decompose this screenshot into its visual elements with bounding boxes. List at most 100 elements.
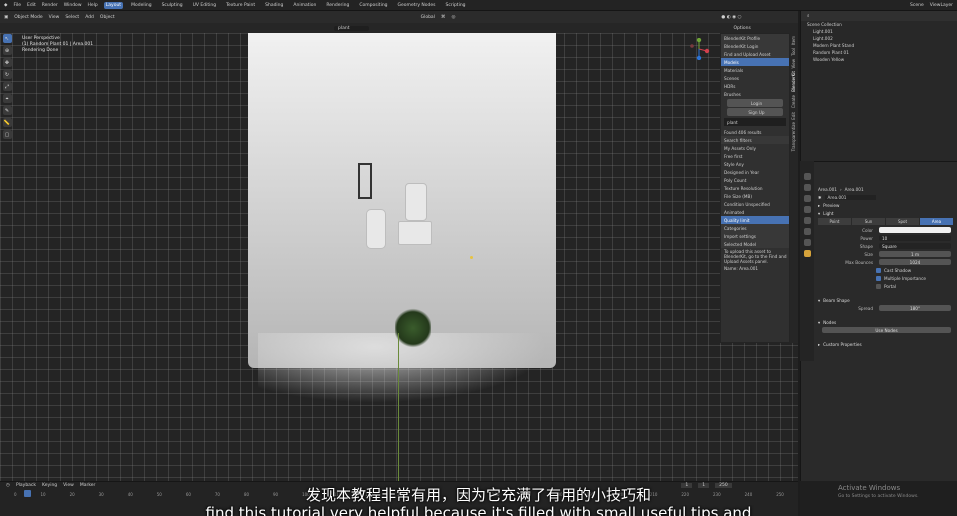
signup-button[interactable]: Sign Up [727,108,783,116]
outliner-item[interactable]: Light.002 [801,35,957,42]
categories-header[interactable]: Categories [721,224,789,232]
tab-transparentize[interactable]: Transparentize [791,122,796,151]
max-bounces-field[interactable]: 1024 [879,259,951,265]
search-input[interactable]: plant [724,118,786,126]
white-jar[interactable] [405,183,427,221]
constraint-props-icon[interactable] [803,239,811,246]
picture-frame[interactable] [398,221,432,245]
selected-name-field[interactable]: Name: Area.001 [721,264,789,272]
free-first-checkbox[interactable]: Free first [721,152,789,160]
panel-find-upload-header[interactable]: Find and Upload Asset [721,50,789,58]
rotate-tool-icon[interactable]: ↻ [2,70,12,79]
tab-modeling[interactable]: Modeling [129,2,153,9]
tab-blenderkit[interactable]: BlenderKit [791,71,796,92]
measure-tool-icon[interactable]: 📏 [2,118,12,127]
multiple-importance-checkbox[interactable]: Multiple Importance [814,274,957,282]
blender-logo-icon[interactable]: ◆ [4,3,7,8]
object-props-icon[interactable] [803,228,811,235]
outliner-item[interactable]: Wooden Yellow [801,56,957,63]
scale-tool-icon[interactable]: ⤢ [2,82,12,91]
panel-login-header[interactable]: BlenderKit Login [721,42,789,50]
import-settings-header[interactable]: Import settings [721,232,789,240]
search-filters-header[interactable]: Search filters [721,136,789,144]
menu-render[interactable]: Render [42,3,58,8]
world-props-icon[interactable] [803,217,811,224]
tab-shading[interactable]: Shading [263,2,285,9]
proportional-edit-icon[interactable]: ◎ [451,15,455,20]
tab-texture-paint[interactable]: Texture Paint [224,2,257,9]
scene-collection[interactable]: Scene Collection [801,21,957,28]
light-data-props-icon[interactable] [803,250,811,257]
tab-layout[interactable]: Layout [103,1,124,9]
power-field[interactable]: 10 [879,235,951,241]
datablock-name[interactable]: Area.001 [824,194,877,200]
designed-in-year-checkbox[interactable]: Designed in Year [721,168,789,176]
poly-count-checkbox[interactable]: Poly Count [721,176,789,184]
cursor-tool-icon[interactable]: ⊕ [2,46,12,55]
outliner-item[interactable]: Random Plant 01 [801,49,957,56]
tool-props-icon[interactable] [803,173,811,180]
move-tool-icon[interactable]: ✥ [2,58,12,67]
tab-scripting[interactable]: Scripting [444,2,468,9]
tab-create[interactable]: Create [791,95,796,108]
viewport-menu-select[interactable]: Select [65,15,79,20]
scene-props-icon[interactable] [803,206,811,213]
transform-tool-icon[interactable]: ⌖ [2,94,12,103]
viewport-menu-add[interactable]: Add [85,15,94,20]
editor-type-icon[interactable]: ▣ [4,15,8,20]
select-box-tool-icon[interactable]: ↖ [2,34,12,43]
asset-type-hdrs[interactable]: HDRs [721,82,789,90]
light-panel-header[interactable]: ▾ Light [814,209,957,217]
transform-orientation-dropdown[interactable]: Global [421,15,435,20]
white-vase[interactable] [366,209,386,249]
light-type-area[interactable]: Area [920,218,953,225]
light-type-point[interactable]: Point [818,218,851,225]
annotate-tool-icon[interactable]: ✎ [2,106,12,115]
style-dropdown[interactable]: Style Any [721,160,789,168]
viewport-shading-icon[interactable]: ● ◐ ◉ ○ [721,15,741,20]
animated-checkbox[interactable]: Animated [721,208,789,216]
menu-window[interactable]: Window [64,3,82,8]
tab-item[interactable]: Item [791,36,796,45]
condition-dropdown[interactable]: Condition Unspecified [721,200,789,208]
custom-props-header[interactable]: ▸ Custom Properties [814,340,957,348]
asset-search-input[interactable]: plant [334,25,370,31]
asset-type-materials[interactable]: Materials [721,66,789,74]
navigation-gizmo-icon[interactable] [688,38,710,60]
datablock-selector[interactable]: ✱ Area.001 [814,193,957,201]
asset-type-models[interactable]: Models [721,58,789,66]
my-assets-only-checkbox[interactable]: My Assets Only [721,144,789,152]
viewport-menu-object[interactable]: Object [100,15,115,20]
menu-file[interactable]: File [13,3,21,8]
tab-compositing[interactable]: Compositing [357,2,389,9]
file-size-checkbox[interactable]: File Size (MB) [721,192,789,200]
panel-profile-header[interactable]: BlenderKit Profile [721,34,789,42]
light-type-sun[interactable]: Sun [852,218,885,225]
beam-shape-header[interactable]: ▾ Beam Shape [814,296,957,304]
nodes-header[interactable]: ▾ Nodes [814,318,957,326]
outliner-search[interactable]: ⌕ [801,11,957,21]
menu-help[interactable]: Help [88,3,98,8]
cast-shadow-checkbox[interactable]: Cast Shadow [814,266,957,274]
shape-dropdown[interactable]: Square [879,243,951,249]
preview-panel-header[interactable]: ▸ Preview [814,201,957,209]
3d-viewport[interactable] [0,33,798,481]
tab-view[interactable]: View [791,59,796,69]
output-props-icon[interactable] [803,195,811,202]
outliner-item[interactable]: Light.001 [801,28,957,35]
plant-stand-frame[interactable] [358,163,372,199]
tab-rendering[interactable]: Rendering [324,2,351,9]
render-props-icon[interactable] [803,184,811,191]
scene-selector[interactable]: Scene [910,3,924,8]
tab-sculpting[interactable]: Sculpting [160,2,185,9]
tab-geometry-nodes[interactable]: Geometry Nodes [396,2,438,9]
size-field[interactable]: 1 m [879,251,951,257]
selected-model-header[interactable]: Selected Model [721,240,789,248]
area-light-origin[interactable] [470,256,473,259]
tab-edit[interactable]: Edit [791,112,796,120]
snap-icon[interactable]: ⌘ [441,15,446,20]
potted-plant[interactable] [395,308,431,348]
color-swatch[interactable] [879,227,951,233]
asset-type-scenes[interactable]: Scenes [721,74,789,82]
tab-tool[interactable]: Tool [791,48,796,56]
